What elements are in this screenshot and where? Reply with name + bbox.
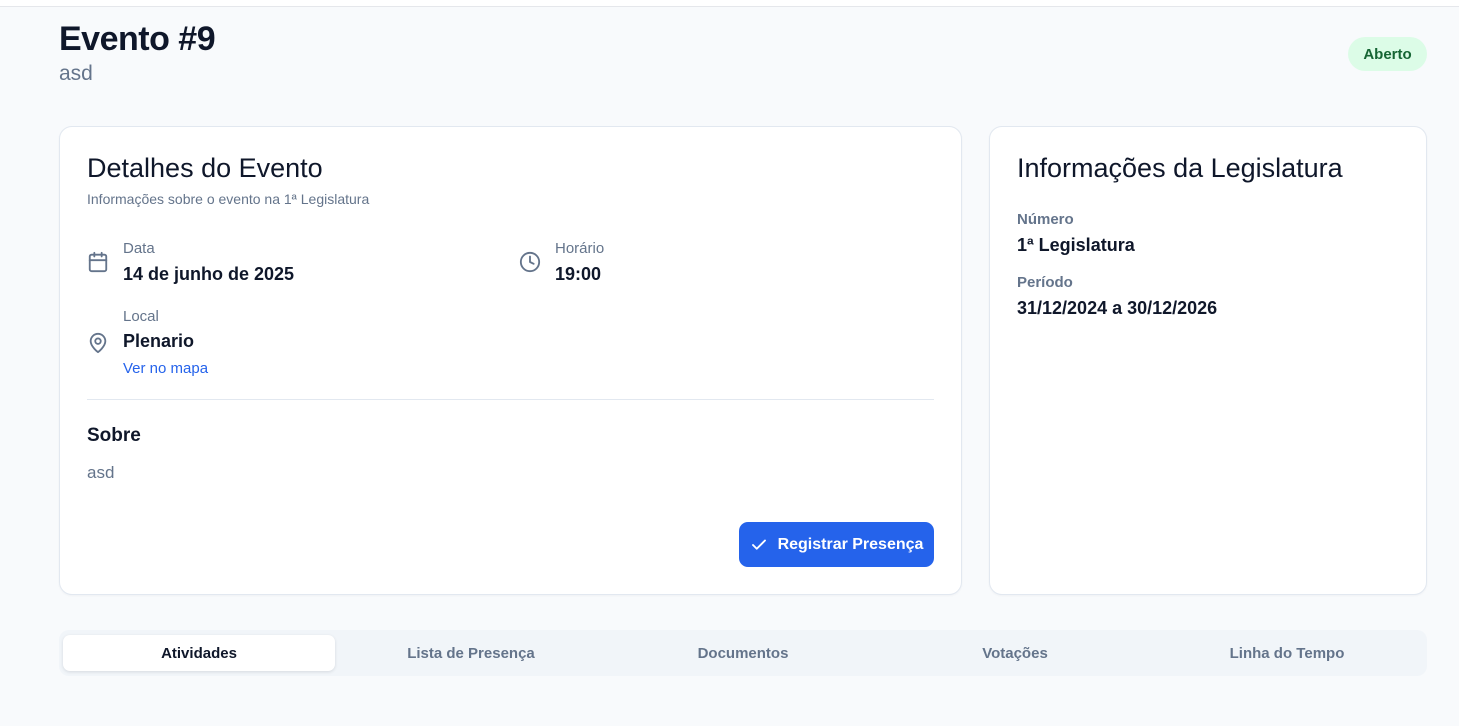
clock-icon xyxy=(519,251,541,273)
legislature-number-value: 1ª Legislatura xyxy=(1017,235,1135,255)
tab-documentos[interactable]: Documentos xyxy=(607,635,879,671)
divider xyxy=(87,399,934,400)
date-value: 14 de junho de 2025 xyxy=(123,264,295,284)
legislature-period-label: Período xyxy=(1017,274,1073,291)
legislature-info-card: Informações da Legislatura Número 1ª Leg… xyxy=(989,126,1427,595)
status-badge: Aberto xyxy=(1348,37,1427,71)
check-icon xyxy=(750,536,768,554)
date-label: Data xyxy=(123,240,155,257)
time-value: 19:00 xyxy=(555,264,602,284)
legislature-card-title: Informações da Legislatura xyxy=(1017,153,1343,183)
event-tabs: Atividades Lista de Presença Documentos … xyxy=(59,630,1427,676)
about-title: Sobre xyxy=(87,425,141,446)
card-description: Informações sobre o evento na 1ª Legisla… xyxy=(87,191,370,207)
page-subtitle: asd xyxy=(59,62,93,85)
tab-atividades[interactable]: Atividades xyxy=(63,635,335,671)
view-on-map-link[interactable]: Ver no mapa xyxy=(123,360,208,377)
about-text: asd xyxy=(87,463,115,482)
tab-votacoes[interactable]: Votações xyxy=(879,635,1151,671)
top-bar xyxy=(0,0,1459,7)
register-attendance-label: Registrar Presença xyxy=(777,535,924,553)
page-title: Evento #9 xyxy=(59,20,216,58)
location-value: Plenario xyxy=(123,331,195,351)
tab-lista-de-presenca[interactable]: Lista de Presença xyxy=(335,635,607,671)
map-pin-icon xyxy=(87,332,109,354)
legislature-period-value: 31/12/2024 a 30/12/2026 xyxy=(1017,298,1218,318)
location-label: Local xyxy=(123,308,159,325)
register-attendance-button[interactable]: Registrar Presença xyxy=(739,522,934,567)
card-title: Detalhes do Evento xyxy=(87,153,323,183)
tab-linha-do-tempo[interactable]: Linha do Tempo xyxy=(1151,635,1423,671)
time-label: Horário xyxy=(555,240,605,257)
calendar-icon xyxy=(87,251,109,273)
legislature-number-label: Número xyxy=(1017,211,1074,228)
event-details-card: Detalhes do Evento Informações sobre o e… xyxy=(59,126,962,595)
